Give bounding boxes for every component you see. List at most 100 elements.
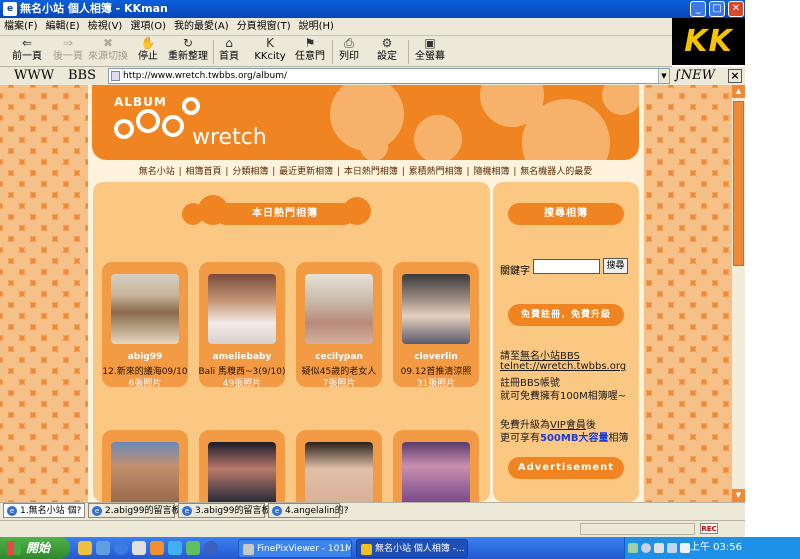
tab-3[interactable]: e 3.abig99的留言板 (178, 503, 270, 518)
album-thumbnail[interactable] (111, 274, 179, 344)
nav-link[interactable]: 隨機相簿 (472, 167, 510, 177)
keyword-input[interactable] (533, 259, 600, 274)
album-card[interactable]: ameliebaby Bali 馬糗西~3(9/10) 49張照片 (198, 262, 286, 389)
refresh-button[interactable]: ↻ 重新整理 (167, 37, 209, 67)
wretch-banner[interactable]: ALBUM wretch (92, 85, 639, 160)
nav-link[interactable]: 無名小站 (138, 167, 176, 177)
album-thumbnail[interactable] (305, 274, 373, 344)
album-card[interactable]: abig99 12.新來的議海09/10 6張照片 (102, 262, 188, 389)
menu-edit[interactable]: 編輯(E) (42, 18, 84, 36)
taskbar-item-finepix[interactable]: FinePixViewer - 101M... (238, 539, 352, 558)
tray-icon[interactable] (654, 543, 664, 553)
quicklaunch-icon[interactable] (168, 541, 182, 555)
address-url: http://www.wretch.twbbs.org/album/ (123, 71, 288, 81)
www-button[interactable]: WWW (14, 68, 54, 84)
minimize-button[interactable]: _ (690, 1, 706, 17)
album-thumbnail[interactable] (111, 442, 179, 502)
album-user[interactable]: ameliebaby (199, 352, 285, 362)
address-dropdown-button[interactable]: ▼ (658, 69, 669, 83)
switch-icon: ✖ (102, 36, 114, 50)
album-card[interactable] (296, 430, 382, 502)
album-thumbnail[interactable] (305, 442, 373, 502)
menu-favorites[interactable]: 我的最愛(A) (170, 18, 233, 36)
scroll-thumb[interactable] (733, 101, 744, 266)
nav-link[interactable]: 本日熱門相簿 (343, 167, 399, 177)
quicklaunch-icon[interactable] (132, 541, 146, 555)
taskbar-clock[interactable]: 上午 03:56 (690, 537, 742, 559)
tray-icon[interactable] (641, 543, 651, 553)
nav-link[interactable]: 無名機器人的最愛 (519, 167, 593, 177)
back-button[interactable]: ⇐ 前一頁 (8, 37, 46, 67)
album-thumbnail[interactable] (208, 274, 276, 344)
gear-icon: ⚙ (381, 36, 393, 50)
menu-help[interactable]: 說明(H) (295, 18, 338, 36)
keyword-label: 關鍵字 (500, 266, 530, 277)
tray-icon[interactable] (628, 543, 638, 553)
rec-icon[interactable]: REC (700, 523, 718, 534)
window-title-bar[interactable]: e 無名小站 個人相簿 - KKman _ □ ✕ (0, 0, 745, 18)
portal-button[interactable]: ⚑ 任意門 (294, 37, 326, 67)
vertical-scrollbar[interactable]: ▲ ▼ (732, 85, 745, 502)
quicklaunch-icon[interactable] (186, 541, 200, 555)
taskbar-item-kkman[interactable]: 無名小站 個人相簿 -... (356, 539, 468, 558)
album-card[interactable]: cecilypan 疑似45歲的老女人 7張照片 (296, 262, 382, 389)
scroll-up-icon[interactable]: ▲ (732, 85, 745, 98)
ie-icon: e (92, 506, 102, 516)
fullscreen-button[interactable]: ▣ 全螢幕 (412, 37, 448, 67)
album-user[interactable]: cecilypan (296, 352, 382, 362)
forward-button[interactable]: ⇒ 後一頁 (50, 37, 86, 67)
album-card[interactable] (199, 430, 285, 502)
home-button[interactable]: ⌂ 首頁 (216, 37, 242, 67)
logo-ring (182, 97, 200, 115)
nav-link[interactable]: 分類相簿 (231, 167, 269, 177)
menu-view[interactable]: 檢視(V) (84, 18, 127, 36)
quicklaunch-icon[interactable] (78, 541, 92, 555)
album-thumbnail[interactable] (208, 442, 276, 502)
close-button[interactable]: ✕ (728, 1, 744, 17)
album-card[interactable]: cleverlin 09.12首推清涼照 31張照片 (393, 262, 479, 389)
bbs-button[interactable]: BBS (68, 68, 96, 84)
print-button[interactable]: ⎙ 列印 (336, 37, 362, 67)
kkcity-button[interactable]: K KKcity (252, 37, 288, 67)
album-thumbnail[interactable] (402, 442, 470, 502)
nav-link[interactable]: 累積熱門相簿 (408, 167, 464, 177)
kkman-logo: KK (672, 18, 745, 65)
media-player-icon[interactable] (204, 541, 218, 555)
close-tab-icon[interactable]: × (728, 69, 742, 83)
album-user[interactable]: abig99 (102, 352, 188, 362)
album-card[interactable] (393, 430, 479, 502)
menu-tabs[interactable]: 分頁視窗(T) (233, 18, 295, 36)
wretch-wordmark: wretch (192, 125, 267, 150)
search-button[interactable]: 搜尋 (603, 258, 628, 274)
telnet-link[interactable]: telnet://wretch.twbbs.org (500, 361, 626, 372)
settings-button[interactable]: ⚙ 設定 (374, 37, 400, 67)
source-switch-button[interactable]: ✖ 來源切換 (88, 37, 128, 67)
tray-icon[interactable] (667, 543, 677, 553)
capacity-highlight: 500MB大容量 (540, 433, 609, 444)
tab-2[interactable]: e 2.abig99的留言板 (88, 503, 180, 518)
register-line4: 就可免費擁有100M相簿喔~ (500, 391, 627, 402)
quicklaunch-icon[interactable] (150, 541, 164, 555)
site-nav: 無名小站 | 相簿首頁 | 分類相簿 | 最近更新相簿 | 本日熱門相簿 | 累… (138, 167, 593, 177)
album-card[interactable] (102, 430, 188, 502)
tab-1[interactable]: e 1.無名小站 個? (3, 503, 85, 518)
album-thumbnail[interactable] (402, 274, 470, 344)
window-title: 無名小站 個人相簿 - KKman (20, 2, 168, 15)
nav-link[interactable]: 相簿首頁 (185, 167, 223, 177)
quicklaunch-icon[interactable] (96, 541, 110, 555)
maximize-button[interactable]: □ (709, 1, 725, 17)
stop-button[interactable]: ✋ 停止 (134, 37, 162, 67)
fullscreen-icon: ▣ (424, 36, 436, 50)
start-button[interactable]: 開始 (0, 537, 70, 559)
logo-ring (162, 115, 184, 137)
menu-file[interactable]: 檔案(F) (0, 18, 42, 36)
nav-link[interactable]: 最近更新相簿 (278, 167, 334, 177)
menu-options[interactable]: 選項(O) (126, 18, 170, 36)
ie-icon[interactable] (114, 541, 128, 555)
address-input[interactable]: http://www.wretch.twbbs.org/album/ (108, 68, 670, 84)
album-user[interactable]: cleverlin (393, 352, 479, 362)
tab-4[interactable]: e 4.angelalin的? (268, 503, 349, 518)
volume-icon[interactable] (680, 543, 690, 553)
forward-arrow-icon: ⇒ (62, 36, 74, 50)
scroll-down-icon[interactable]: ▼ (732, 489, 745, 502)
